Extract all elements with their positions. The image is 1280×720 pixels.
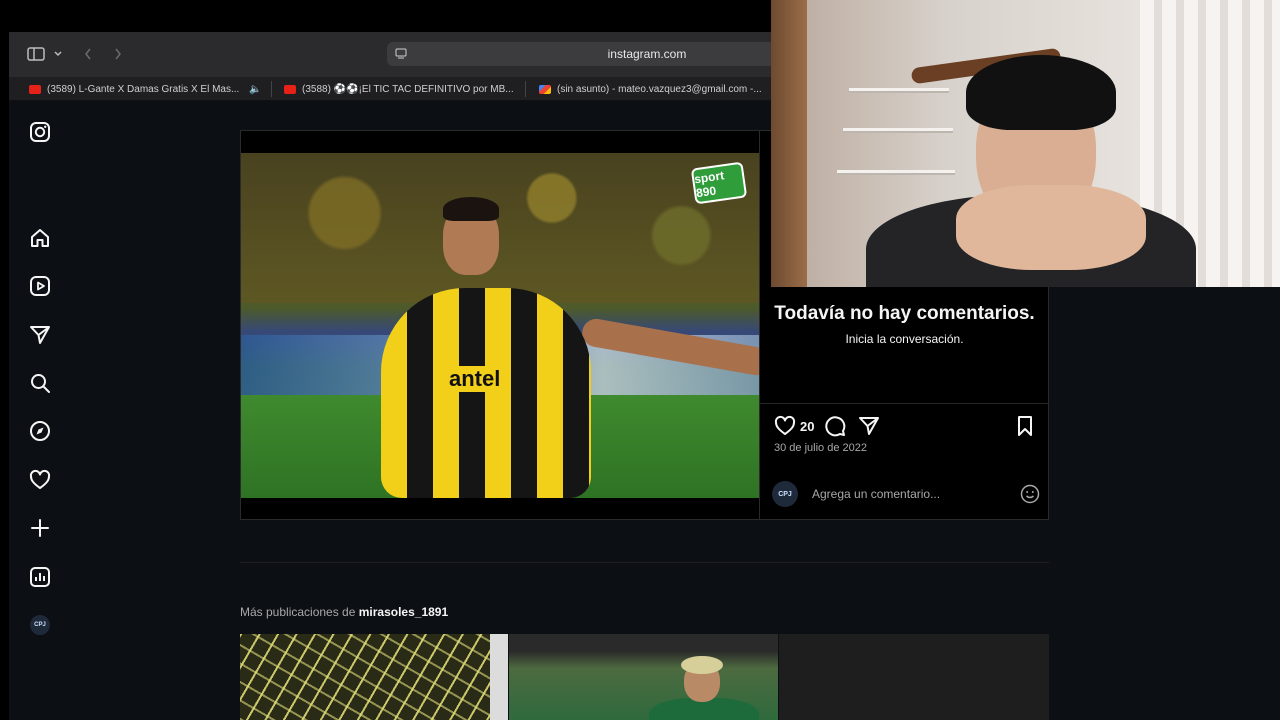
instagram-icon[interactable]	[29, 121, 51, 143]
share-icon[interactable]	[858, 415, 880, 437]
commenter-avatar: CPJ	[772, 481, 798, 507]
comment-input[interactable]: Agrega un comentario...	[812, 487, 940, 501]
tab-youtube-1[interactable]: (3589) L-Gante X Damas Gratis X El Mas..…	[29, 77, 261, 101]
insights-icon[interactable]	[29, 566, 51, 588]
tab-title: (sin asunto) - mateo.vazquez3@gmail.com …	[557, 83, 762, 95]
bookmark-icon[interactable]	[1014, 415, 1036, 437]
empty-comments: Todavía no hay comentarios. Inicia la co…	[760, 301, 1049, 346]
post-photo: antel sport 890	[241, 153, 759, 498]
post-actions: 20	[774, 415, 1036, 439]
section-divider	[240, 562, 1049, 563]
avatar-text: CPJ	[34, 622, 46, 628]
youtube-icon	[29, 84, 41, 94]
webcam-shelf	[849, 88, 949, 93]
jersey-sponsor: antel	[445, 366, 505, 392]
profile-avatar[interactable]: CPJ	[30, 615, 50, 635]
search-icon[interactable]	[29, 372, 51, 394]
commenter-avatar-text: CPJ	[778, 490, 792, 498]
no-comments-subtitle: Inicia la conversación.	[845, 332, 964, 346]
plus-icon[interactable]	[29, 517, 51, 539]
more-posts-heading: Más publicaciones de mirasoles_1891	[240, 605, 448, 619]
add-comment-row: CPJ Agrega un comentario...	[772, 481, 1040, 507]
tab-separator	[525, 81, 526, 97]
tab-separator	[271, 81, 272, 97]
webcam-shelf	[843, 128, 953, 133]
reels-icon[interactable]	[29, 275, 51, 297]
thumb-goalpost	[490, 634, 508, 720]
chevron-down-icon[interactable]	[53, 46, 63, 62]
more-posts-prefix: Más publicaciones de	[240, 605, 356, 619]
tab-title: (3589) L-Gante X Damas Gratis X El Mas..…	[47, 83, 240, 95]
more-posts-username[interactable]: mirasoles_1891	[359, 605, 448, 619]
youtube-icon	[284, 84, 296, 94]
forward-icon[interactable]	[113, 46, 123, 62]
webcam-person-hands	[956, 185, 1146, 270]
screen: instagram.com (3589) L-Gante X Damas Gra…	[0, 0, 1280, 720]
post-media[interactable]: antel sport 890	[241, 131, 759, 519]
send-icon[interactable]	[29, 324, 51, 346]
tab-youtube-2[interactable]: (3588) ⚽⚽¡El TIC TAC DEFINITIVO por MB..…	[284, 77, 514, 101]
instagram-sidebar: CPJ	[9, 101, 71, 720]
divider	[760, 403, 1049, 404]
webcam-door	[771, 0, 807, 287]
emoji-icon[interactable]	[1020, 484, 1040, 504]
explore-icon[interactable]	[29, 420, 51, 442]
webcam-person-hair	[966, 55, 1116, 130]
post-date: 30 de julio de 2022	[774, 442, 867, 454]
webcam-shelf	[837, 170, 955, 175]
speaker-icon[interactable]: 🔈	[249, 84, 261, 95]
like-heart-icon[interactable]	[774, 415, 796, 437]
tab-title: (3588) ⚽⚽¡El TIC TAC DEFINITIVO por MB..…	[302, 83, 514, 95]
photo-player-hair	[443, 197, 499, 221]
like-count[interactable]: 20	[800, 419, 814, 434]
tab-gmail[interactable]: (sin asunto) - mateo.vazquez3@gmail.com …	[539, 77, 769, 101]
home-icon[interactable]	[29, 227, 51, 249]
more-post-thumb-2[interactable]	[509, 634, 778, 720]
more-post-thumb-3[interactable]	[779, 634, 1049, 720]
thumb-hair	[681, 656, 723, 674]
more-post-thumb-1[interactable]	[240, 634, 508, 720]
photo-crowd	[241, 153, 759, 303]
top-black-area	[0, 0, 771, 32]
back-icon[interactable]	[83, 46, 93, 62]
no-comments-title: Todavía no hay comentarios.	[774, 303, 1035, 324]
thumb-net	[240, 634, 508, 720]
gmail-icon	[539, 84, 551, 94]
sport890-logo: sport 890	[690, 161, 748, 205]
sidebar-toggle-icon[interactable]	[27, 46, 45, 62]
photo-jersey: antel	[381, 288, 591, 498]
heart-icon[interactable]	[29, 469, 51, 491]
webcam-overlay	[771, 0, 1280, 287]
comment-icon[interactable]	[824, 415, 846, 437]
